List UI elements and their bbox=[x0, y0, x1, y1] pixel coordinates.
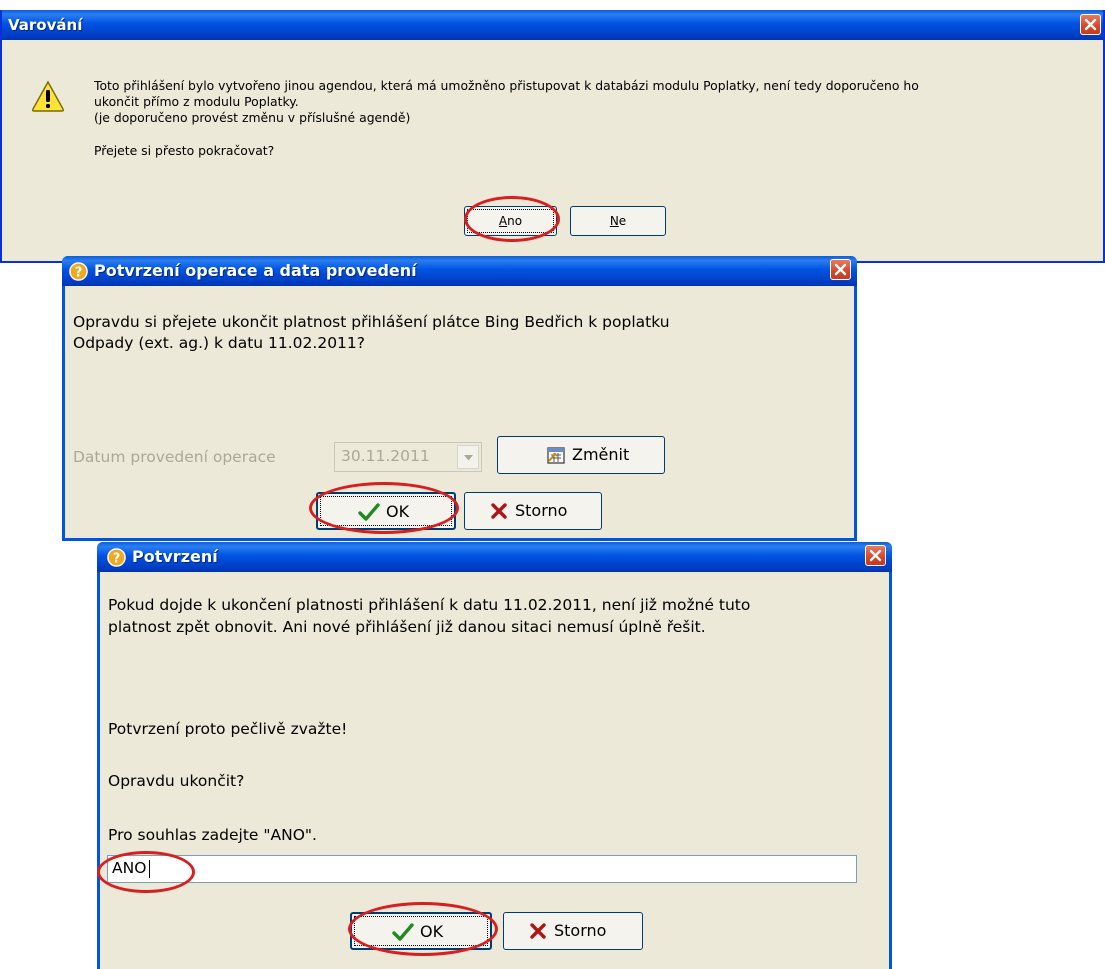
cancel-button[interactable]: Storno bbox=[464, 492, 602, 530]
highlight-ring bbox=[348, 902, 498, 956]
close-button[interactable] bbox=[865, 545, 886, 566]
change-date-button[interactable]: Změnit bbox=[497, 436, 665, 474]
warning-dialog-titlebar[interactable]: Varování bbox=[2, 10, 1103, 40]
cross-icon bbox=[530, 923, 546, 939]
cancel-button-label: Storno bbox=[515, 501, 568, 520]
final-dialog: ? Potvrzení Pokud dojde k ukončení platn… bbox=[97, 542, 892, 969]
svg-text:?: ? bbox=[75, 265, 83, 280]
confirm-dialog-titlebar[interactable]: ? Potvrzení operace a data provedení bbox=[62, 256, 857, 286]
final-dialog-title: Potvrzení bbox=[132, 547, 218, 566]
close-icon bbox=[869, 549, 882, 562]
warning-dialog-title: Varování bbox=[8, 16, 83, 34]
cancel-button-label: Storno bbox=[554, 921, 607, 940]
warning-dialog: Varování Toto přihlášení bylo vytvořeno … bbox=[0, 10, 1105, 263]
close-button[interactable] bbox=[1080, 14, 1101, 35]
warning-message-line3: (je doporučeno provést změnu v příslušné… bbox=[94, 110, 411, 125]
close-icon bbox=[1084, 18, 1097, 31]
chevron-down-icon bbox=[464, 455, 473, 461]
warning-message-line2: ukončit přímo z modulu Poplatky. bbox=[94, 94, 299, 109]
final-warning-text: Potvrzení proto pečlivě zvažte! bbox=[108, 720, 348, 738]
no-button-label: e bbox=[618, 214, 627, 228]
date-select[interactable]: 30.11.2011 bbox=[334, 442, 482, 472]
final-question: Opravdu ukončit? bbox=[108, 772, 245, 790]
confirm-dialog: ? Potvrzení operace a data provedení Opr… bbox=[62, 256, 857, 541]
warning-message-line1: Toto přihlášení bylo vytvořeno jinou age… bbox=[94, 78, 919, 93]
highlight-ring bbox=[309, 482, 459, 534]
confirm-dialog-title: Potvrzení operace a data provedení bbox=[94, 261, 417, 280]
close-button[interactable] bbox=[830, 259, 851, 280]
cancel-button[interactable]: Storno bbox=[503, 912, 643, 950]
final-message-line2: platnost zpět obnovit. Ani nové přihláše… bbox=[108, 618, 706, 636]
no-button[interactable]: Ne bbox=[570, 206, 666, 236]
confirm-text-input[interactable]: ANO bbox=[107, 855, 857, 883]
change-date-label: Změnit bbox=[572, 445, 630, 464]
confirm-message-line2: Odpady (ext. ag.) k datu 11.02.2011? bbox=[73, 334, 366, 352]
no-button-mnemonic: N bbox=[609, 214, 619, 228]
cross-icon bbox=[491, 503, 507, 519]
confirm-message-line1: Opravdu si přejete ukončit platnost přih… bbox=[73, 313, 670, 331]
highlight-ring bbox=[97, 851, 195, 893]
final-prompt: Pro souhlas zadejte "ANO". bbox=[108, 826, 317, 844]
highlight-ring bbox=[464, 196, 560, 242]
warning-question: Přejete si přesto pokračovat? bbox=[94, 143, 275, 158]
warning-icon bbox=[31, 80, 65, 112]
question-icon: ? bbox=[107, 548, 126, 567]
question-icon: ? bbox=[69, 262, 88, 281]
date-value: 30.11.2011 bbox=[341, 447, 430, 465]
final-message-line1: Pokud dojde k ukončení platnosti přihláš… bbox=[108, 596, 751, 614]
date-dropdown-button[interactable] bbox=[457, 445, 479, 469]
close-icon bbox=[834, 263, 847, 276]
svg-text:?: ? bbox=[113, 551, 121, 566]
date-label: Datum provedení operace bbox=[73, 448, 276, 466]
calendar-icon bbox=[547, 447, 565, 464]
final-dialog-titlebar[interactable]: ? Potvrzení bbox=[97, 542, 892, 572]
